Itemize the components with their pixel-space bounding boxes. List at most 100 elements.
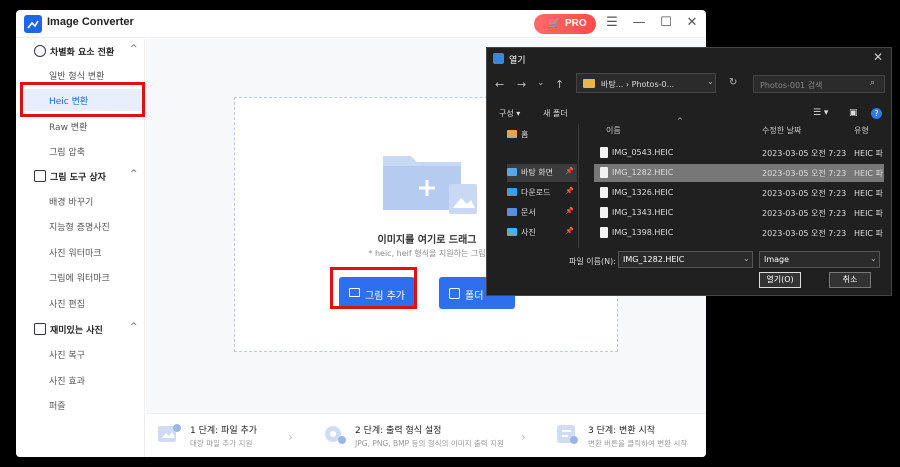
folder-plus-icon	[449, 288, 460, 299]
chevron-right-icon: ›	[288, 430, 293, 444]
tree-item-desktop[interactable]: 바탕 화면 📌	[507, 164, 577, 182]
address-bar[interactable]: 바탕... › Photos-0... ⌄	[576, 73, 716, 93]
sidebar-item-image-watermark[interactable]: 그림에 워터마크	[24, 266, 142, 288]
sidebar-item-label: 사진 워터마크	[49, 249, 102, 259]
steps-bar: 1 단계: 파일 추가 대량 파일 추가 지원 › 2 단계: 출력 형식 설정…	[146, 413, 706, 457]
group-fun[interactable]: 재미있는 사진 ^	[16, 318, 145, 340]
tree-label: 바탕 화면	[521, 168, 553, 177]
pane-divider[interactable]	[578, 124, 579, 248]
file-date: 2023-03-05 오전 7:23	[762, 169, 847, 178]
file-list: 이름 ^ 수정한 날짜 유형 IMG_0543.HEIC 2023-03-05 …	[590, 117, 884, 248]
cart-icon: 🛒	[548, 18, 561, 29]
back-arrow-icon[interactable]: ←	[495, 78, 504, 91]
file-row-selected[interactable]: IMG_1282.HEIC 2023-03-05 오전 7:23 HEIC 파	[594, 164, 884, 182]
tree-label: 사진	[521, 228, 536, 237]
fun-photo-icon	[34, 323, 46, 335]
pin-icon: 📌	[565, 167, 574, 175]
chevron-down-icon[interactable]: ⌄	[743, 254, 750, 263]
chevron-up-icon: ^	[130, 44, 138, 54]
sidebar-item-label: 사진 효과	[49, 377, 85, 387]
sidebar-item-background[interactable]: 배경 바꾸기	[24, 190, 142, 212]
sidebar-item-id-photo[interactable]: 지능형 증명사진	[24, 215, 142, 237]
navigation-tree: 홈 바탕 화면 📌 다운로드 📌 문서 📌 사진 📌	[487, 124, 577, 248]
sidebar-item-photo-edit[interactable]: 사진 편집	[24, 292, 142, 314]
file-type: HEIC 파	[854, 209, 883, 218]
group-toolbox[interactable]: 그림 도구 상자 ^	[16, 165, 145, 187]
add-folder-label: 폴더	[465, 291, 484, 302]
sidebar-item-photo-watermark[interactable]: 사진 워터마크	[24, 241, 142, 263]
tree-label: 다운로드	[521, 188, 551, 197]
chevron-up-icon: ^	[130, 322, 138, 332]
sidebar-item-raw-convert[interactable]: Raw 변환	[24, 115, 142, 137]
desktop-folder-icon	[507, 168, 517, 176]
forward-arrow-icon[interactable]: →	[517, 78, 526, 91]
sidebar-item-label: Raw 변환	[49, 123, 88, 133]
close-icon[interactable]: ✕	[684, 15, 700, 31]
tree-item-documents[interactable]: 문서 📌	[507, 204, 577, 222]
help-icon[interactable]: ?	[871, 108, 882, 119]
file-row[interactable]: IMG_1343.HEIC 2023-03-05 오전 7:23 HEIC 파	[594, 204, 884, 222]
maximize-icon[interactable]: ☐	[658, 15, 674, 31]
group-conversion[interactable]: 차별화 요소 전환 ^	[16, 40, 145, 62]
sidebar-item-photo-effect[interactable]: 사진 효과	[24, 369, 142, 391]
filetype-select[interactable]: Image ⌄	[759, 251, 880, 268]
toolbox-icon	[34, 170, 46, 182]
folder-image-icon	[383, 156, 477, 214]
file-type: HEIC 파	[854, 149, 883, 158]
pin-icon: 📌	[565, 187, 574, 195]
recent-chevron-icon[interactable]: ⌄	[537, 78, 545, 88]
sidebar-item-compress[interactable]: 그림 압축	[24, 140, 142, 162]
sidebar-item-label: 배경 바꾸기	[49, 198, 94, 208]
file-type: HEIC 파	[854, 229, 883, 238]
open-button[interactable]: 열기(O)	[759, 272, 801, 288]
sort-up-icon: ^	[677, 117, 683, 125]
file-row[interactable]: IMG_1326.HEIC 2023-03-05 오전 7:23 HEIC 파	[594, 184, 884, 202]
chevron-down-icon: ⌄	[870, 254, 877, 263]
search-input[interactable]: Photos-001 검색 ⌕	[753, 75, 885, 93]
group-label: 차별화 요소 전환	[50, 48, 115, 58]
file-row[interactable]: IMG_0543.HEIC 2023-03-05 오전 7:23 HEIC 파	[594, 144, 884, 162]
group-label: 그림 도구 상자	[50, 173, 106, 183]
minimize-icon[interactable]: —	[631, 15, 647, 31]
file-name: IMG_1343.HEIC	[612, 208, 674, 217]
pin-icon: 📌	[565, 227, 574, 235]
tree-item-home[interactable]: 홈	[507, 126, 577, 144]
app-logo-icon	[24, 15, 42, 33]
sidebar-item-puzzle[interactable]: 퍼즐	[24, 394, 142, 416]
filename-label: 파일 이름(N):	[569, 257, 616, 266]
sidebar-item-label: 퍼즐	[49, 402, 66, 412]
file-icon	[600, 187, 608, 198]
column-header-date[interactable]: 수정한 날짜	[762, 125, 801, 136]
up-arrow-icon[interactable]: ↑	[555, 78, 564, 91]
refresh-icon[interactable]: ↻	[729, 77, 737, 88]
filename-input[interactable]: IMG_1282.HEIC ⌄	[618, 251, 753, 268]
file-name: IMG_1282.HEIC	[612, 168, 674, 177]
cancel-button[interactable]: 취소	[829, 272, 871, 288]
sidebar-item-label: 그림에 워터마크	[49, 274, 110, 284]
preview-pane-icon[interactable]: ▣	[849, 108, 858, 118]
pin-icon: 📌	[565, 207, 574, 215]
file-icon	[600, 167, 608, 178]
sidebar-item-photo-restore[interactable]: 사진 복구	[24, 343, 142, 365]
app-title: Image Converter	[47, 16, 134, 28]
file-row[interactable]: IMG_1398.HEIC 2023-03-05 오전 7:23 HEIC 파	[594, 224, 884, 242]
new-folder-button[interactable]: 새 폴더	[543, 108, 568, 119]
sidebar-item-label: 사진 복구	[49, 351, 85, 361]
tree-item-pictures[interactable]: 사진 📌	[507, 224, 577, 242]
pictures-folder-icon	[507, 228, 517, 236]
column-header-type[interactable]: 유형	[854, 125, 869, 136]
settings-icon	[325, 426, 346, 444]
view-options-icon[interactable]: ☰ ▾	[813, 108, 828, 118]
menu-icon[interactable]: ☰	[604, 15, 620, 31]
organize-button[interactable]: 구성 ▾	[499, 108, 520, 119]
add-file-icon	[158, 424, 181, 442]
chevron-down-icon[interactable]: ⌄	[707, 77, 714, 86]
tree-label: 문서	[521, 208, 536, 217]
pro-label: PRO	[565, 18, 587, 29]
open-file-dialog: 열기 ✕ ← → ⌄ ↑ 바탕... › Photos-0... ⌄ ↻ Pho…	[486, 47, 892, 296]
tree-item-downloads[interactable]: 다운로드 📌	[507, 184, 577, 202]
column-header-name[interactable]: 이름	[606, 125, 621, 136]
close-icon[interactable]: ✕	[873, 50, 883, 64]
highlight-heic-item	[20, 82, 145, 117]
pro-button[interactable]: 🛒 PRO	[534, 14, 596, 34]
